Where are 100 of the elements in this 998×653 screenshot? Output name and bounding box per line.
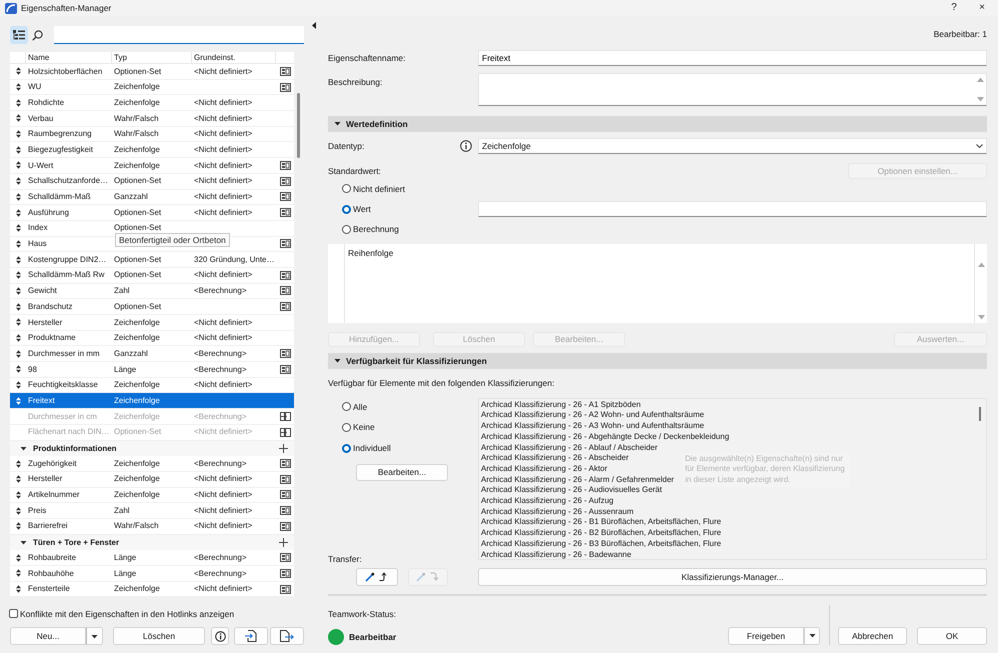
group-row[interactable]: Produktinformationen <box>10 440 294 456</box>
checkbox[interactable]: Konflikte mit den Eigenschaften in den Hotlinks anzeigen <box>9 608 310 619</box>
list-item[interactable]: Archicad Klassifizierung - 26 - Aufzug <box>481 496 614 507</box>
default-value: <Nicht definiert> <box>193 584 254 594</box>
table-row[interactable]: Schallschutzanforde… Optionen-Set <Nicht definiert> <box>10 174 294 190</box>
table-row[interactable]: Durchmesser in mm Ganzzahl <Berechnung> <box>10 346 294 362</box>
table-row[interactable]: Schalldämm-Maß Ganzzahl <Nicht definiert> <box>10 190 294 206</box>
dropdown-button[interactable] <box>86 627 103 645</box>
table-row[interactable]: U-Wert Zeichenfolge <Nicht definiert> <box>10 158 294 174</box>
table-row[interactable]: 98 Länge <Berechnung> <box>10 362 294 378</box>
property-type: Ganzzahl <box>113 192 149 202</box>
list-item[interactable]: Archicad Klassifizierung - 26 - A1 Spitzböden <box>481 400 641 410</box>
radio-button[interactable]: Berechnung <box>342 223 399 236</box>
drag-handle-icon <box>16 334 20 342</box>
property-type: Optionen-Set <box>113 302 162 312</box>
table-row[interactable]: Rohbauhöhe Länge <Berechnung> <box>10 566 294 582</box>
help-button[interactable]: ? <box>940 0 968 16</box>
scroll-up-icon <box>977 77 984 82</box>
property-type: Zeichenfolge <box>113 412 161 422</box>
list-item[interactable]: Archicad Klassifizierung - 26 - B1 Büroflächen, Arbeitsflächen, Flure <box>481 517 722 528</box>
table-row[interactable]: Produktname Zeichenfolge <Nicht definiert> <box>10 330 294 346</box>
edit-button[interactable]: Bearbeiten... <box>356 464 448 481</box>
delete-button[interactable]: Löschen <box>113 627 205 645</box>
value-field[interactable] <box>478 201 987 218</box>
column-header[interactable]: Name <box>26 52 112 64</box>
list-item[interactable]: Archicad Klassifizierung - 26 - Aktor <box>481 464 608 475</box>
scrollbar-thumb[interactable] <box>297 93 300 158</box>
column-header[interactable]: Typ <box>112 52 192 64</box>
table-row[interactable]: Verbau Wahr/Falsch <Nicht definiert> <box>10 111 294 127</box>
search-field[interactable] <box>54 26 304 44</box>
table-row[interactable]: Rohdichte Zeichenfolge <Nicht definiert> <box>10 95 294 112</box>
table-row[interactable]: Rohbaubreite Länge <Berechnung> <box>10 550 294 566</box>
section-header[interactable]: Verfügbarkeit für Klassifizierungen <box>328 353 987 369</box>
table-row[interactable]: Artikelnummer Zeichenfolge <Nicht definiert> <box>10 488 294 504</box>
default-value: <Nicht definiert> <box>193 318 254 328</box>
list-item[interactable]: Archicad Klassifizierung - 26 - B2 Büroflächen, Arbeitsflächen, Flure <box>481 528 722 539</box>
name-field[interactable]: Freitext <box>478 50 987 66</box>
property-type: Zahl <box>113 286 131 296</box>
table-row[interactable]: Preis Zahl <Nicht definiert> <box>10 503 294 519</box>
dropdown-button[interactable] <box>804 626 820 645</box>
order-list[interactable]: Reihenfolge <box>328 244 987 324</box>
dialog-button[interactable]: Abbrechen <box>838 626 907 645</box>
list-item[interactable]: Archicad Klassifizierung - 26 - Badewanne <box>481 550 632 559</box>
table-row[interactable]: Fensterteile Zeichenfolge <Nicht definiert> <box>10 582 294 598</box>
radio-button[interactable]: Individuell <box>342 442 391 454</box>
list-item[interactable]: Archicad Klassifizierung - 26 - Ablauf / Abscheider <box>481 442 658 454</box>
classification-list[interactable] <box>478 398 987 560</box>
table-row[interactable]: Holzsichtoberflächen Optionen-Set <Nicht definiert> <box>10 64 294 80</box>
list-item[interactable]: Archicad Klassifizierung - 26 - Abgehängte Decke / Deckenbekleidung <box>481 432 730 443</box>
section-header[interactable]: Wertedefinition <box>328 116 987 132</box>
table-row[interactable]: Biegezugfestigkeit Zeichenfolge <Nicht definiert> <box>10 142 294 158</box>
table-row[interactable]: Gewicht Zahl <Berechnung> <box>10 284 294 300</box>
list-item[interactable]: Archicad Klassifizierung - 26 - A3 Wohn- und Aufenthaltsräume <box>481 421 704 432</box>
pick-button[interactable] <box>356 568 398 586</box>
radio-button[interactable]: Nicht definiert <box>342 182 405 195</box>
column-header[interactable]: Reihenfolge <box>348 248 394 258</box>
card-icon <box>280 568 290 578</box>
table-row[interactable]: Zugehörigkeit Zeichenfolge <Berechnung> <box>10 456 294 472</box>
dialog-button[interactable]: OK <box>917 626 987 645</box>
import-button[interactable] <box>234 627 268 645</box>
description-field[interactable] <box>478 73 987 106</box>
field-label: Standardwert: <box>328 166 381 176</box>
drag-handle-icon <box>16 302 20 311</box>
property-name: Durchmesser in cm <box>27 412 98 422</box>
list-item[interactable]: Archicad Klassifizierung - 26 - A2 Wohn- und Aufenthaltsräume <box>481 410 704 422</box>
info-button[interactable] <box>211 627 229 645</box>
drag-handle-icon <box>16 256 20 264</box>
property-name: Preis <box>27 506 48 516</box>
new-button[interactable]: Neu... <box>10 627 86 645</box>
column-header[interactable]: Grundeinst. <box>192 52 276 64</box>
table-row[interactable]: Hersteller Zeichenfolge <Nicht definiert> <box>10 472 294 488</box>
table-row[interactable]: WU Zeichenfolge <box>10 80 294 96</box>
table-row[interactable]: Brandschutz Optionen-Set <box>10 299 294 315</box>
table-row[interactable]: Kostengruppe DIN2… Optionen-Set 320 Gründung, Unte… <box>10 252 294 268</box>
export-button[interactable] <box>270 627 304 645</box>
list-item[interactable]: Archicad Klassifizierung - 26 - Audiovisuelles Gerät <box>481 485 662 496</box>
group-name: Türen + Tore + Fenster <box>33 538 120 548</box>
release-button[interactable]: Freigeben <box>728 626 804 645</box>
list-view-button[interactable] <box>10 26 28 44</box>
manager-button[interactable]: Klassifizierungs-Manager... <box>478 568 987 586</box>
table-row[interactable]: Ausführung Optionen-Set <Nicht definiert> <box>10 205 294 221</box>
radio-button[interactable]: Alle <box>342 400 368 413</box>
list-item[interactable]: Archicad Klassifizierung - 26 - Alarm / Gefahrenmelder <box>481 474 674 486</box>
data-type-dropdown[interactable]: Zeichenfolge <box>478 138 987 154</box>
default-value: <Nicht definiert> <box>193 521 254 532</box>
list-item[interactable]: Archicad Klassifizierung - 26 - Abscheider <box>481 453 629 464</box>
property-name: Artikelnummer <box>27 490 81 500</box>
card-icon <box>280 522 290 531</box>
radio-button[interactable]: Keine <box>342 421 375 434</box>
table-row[interactable]: Raumbegrenzung Wahr/Falsch <Nicht definiert> <box>10 126 294 142</box>
table-row[interactable]: Schalldämm-Maß Rw Optionen-Set <Nicht definiert> <box>10 268 294 284</box>
scrollbar-thumb[interactable] <box>979 406 981 421</box>
drag-handle-icon <box>16 208 20 217</box>
close-button[interactable]: × <box>968 0 996 16</box>
radio-button[interactable]: Wert <box>342 203 371 216</box>
table-row[interactable]: Freitext Zeichenfolge <box>10 393 294 410</box>
table-row[interactable]: Hersteller Zeichenfolge <Nicht definiert> <box>10 315 294 331</box>
list-item[interactable]: Archicad Klassifizierung - 26 - Aussenraum <box>481 506 634 518</box>
group-row[interactable]: Türen + Tore + Fenster <box>10 534 294 550</box>
list-item[interactable]: Archicad Klassifizierung - 26 - B3 Büroflächen, Arbeitsflächen, Flure <box>481 538 722 550</box>
